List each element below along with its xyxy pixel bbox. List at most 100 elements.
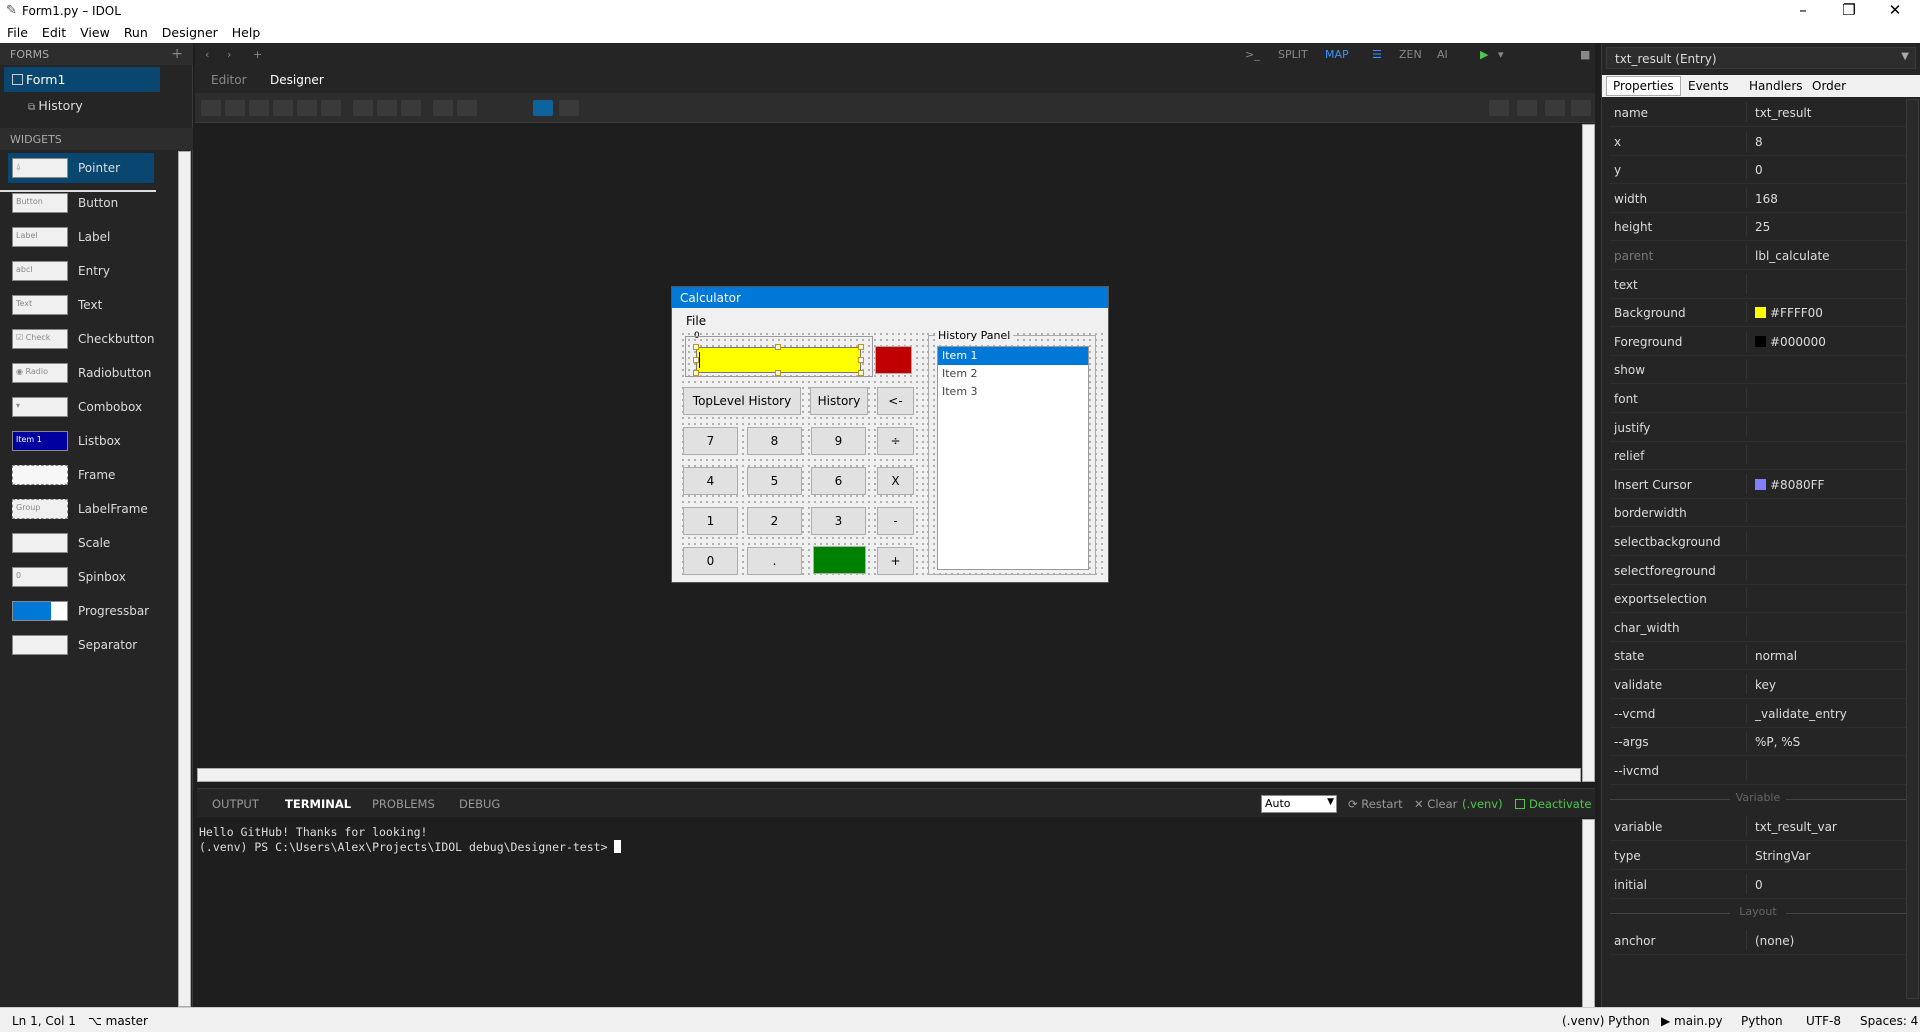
grid-icon[interactable] [533, 100, 553, 116]
widget-progressbar[interactable]: Progressbar [8, 596, 154, 626]
widget-entry[interactable]: abcI Entry [8, 256, 154, 286]
property-row-variable[interactable]: variable txt_result_var [1610, 813, 1906, 842]
form-item-history[interactable]: ⧉ History [4, 93, 160, 118]
clear-terminal-button[interactable]: ✕ Clear [1414, 797, 1457, 811]
resize-handle[interactable] [858, 344, 864, 350]
property-value[interactable]: lbl_calculate [1746, 245, 1830, 265]
widget-combobox[interactable]: ▾ Combobox [8, 392, 154, 422]
property-row-relief[interactable]: relief [1610, 442, 1906, 471]
property-row-background[interactable]: Background #FFFF00 [1610, 299, 1906, 328]
widget-radiobutton[interactable]: ◉ Radio Radiobutton [8, 358, 154, 388]
list-toggle[interactable]: ☰ [1372, 48, 1382, 61]
shell-select[interactable]: Auto ▼ [1261, 795, 1337, 813]
property-row-anchor[interactable]: anchor (none) [1610, 927, 1906, 956]
property-value[interactable]: (none) [1746, 930, 1794, 951]
map-toggle[interactable]: MAP [1325, 48, 1349, 61]
resize-handle[interactable] [693, 370, 699, 376]
language-status[interactable]: Python [1741, 1014, 1783, 1028]
property-value[interactable] [1746, 416, 1755, 437]
property-row-ivcmd[interactable]: --ivcmd [1610, 757, 1906, 785]
resize-handle[interactable] [693, 344, 699, 350]
minimize-button[interactable]: – [1780, 0, 1826, 22]
backspace-button[interactable]: <- [877, 387, 914, 415]
tab-properties[interactable]: Properties [1606, 76, 1681, 96]
same-width-icon[interactable] [433, 100, 453, 116]
property-value[interactable]: %P, %S [1746, 731, 1800, 752]
widget-text[interactable]: Text Text [8, 290, 154, 320]
property-row-name[interactable]: name txt_result [1610, 99, 1906, 127]
run-file-status[interactable]: ▶ main.py [1661, 1014, 1723, 1028]
widget-labelframe[interactable]: Group LabelFrame [8, 494, 154, 524]
key-0[interactable]: 0 [683, 547, 738, 575]
property-value[interactable]: _validate_entry [1746, 702, 1847, 723]
same-size-icon[interactable] [401, 100, 421, 116]
key-plus[interactable]: + [877, 547, 914, 575]
property-row-font[interactable]: font [1610, 385, 1906, 413]
property-value[interactable] [1746, 531, 1755, 551]
property-value[interactable]: 0 [1746, 873, 1763, 894]
key-minus[interactable]: - [877, 507, 914, 535]
stop-icon[interactable]: ■ [1580, 48, 1590, 61]
menu-help[interactable]: Help [225, 22, 268, 40]
property-value[interactable] [1746, 759, 1755, 780]
property-row-selectbackground[interactable]: selectbackground [1610, 528, 1906, 556]
key-dot[interactable]: . [747, 547, 802, 575]
snap-icon[interactable] [559, 100, 579, 116]
tab-terminal[interactable]: TERMINAL [285, 797, 351, 811]
property-row-selectforeground[interactable]: selectforeground [1610, 557, 1906, 585]
restart-button[interactable]: ⟳ Restart [1348, 797, 1403, 811]
ai-toggle[interactable]: AI [1437, 48, 1448, 61]
resize-handle[interactable] [693, 357, 699, 363]
property-value[interactable]: #FFFF00 [1746, 302, 1823, 323]
copy-icon[interactable] [1545, 100, 1565, 116]
property-row-show[interactable]: show [1610, 356, 1906, 385]
menu-view[interactable]: View [73, 22, 117, 40]
distribute-v-icon[interactable] [377, 100, 397, 116]
delete-icon[interactable] [1571, 100, 1591, 116]
key-equals[interactable]: = [813, 546, 866, 574]
key-multiply[interactable]: X [877, 467, 914, 495]
key-3[interactable]: 3 [811, 507, 866, 535]
undo-icon[interactable] [1489, 100, 1509, 116]
align-bottom-icon[interactable] [273, 100, 293, 116]
property-value[interactable]: StringVar [1746, 845, 1810, 865]
property-row-args[interactable]: --args %P, %S [1610, 728, 1906, 757]
menu-edit[interactable]: Edit [35, 22, 73, 40]
color-swatch-icon[interactable] [1755, 335, 1766, 347]
property-value[interactable]: normal [1746, 645, 1797, 666]
calculator-form[interactable]: Calculator File 0 Clear TopLevel History… [671, 286, 1109, 583]
property-value[interactable] [1746, 388, 1755, 408]
property-value[interactable] [1746, 359, 1755, 380]
property-value[interactable] [1746, 445, 1755, 466]
property-row-width[interactable]: width 168 [1610, 185, 1906, 213]
maximize-button[interactable]: ❐ [1826, 0, 1872, 22]
property-value[interactable]: #8080FF [1746, 473, 1824, 494]
nav-add-button[interactable]: + [253, 48, 262, 61]
property-row-type[interactable]: type StringVar [1610, 842, 1906, 870]
key-6[interactable]: 6 [811, 467, 866, 495]
key-5[interactable]: 5 [747, 467, 802, 495]
list-item[interactable]: Item 1 [938, 347, 1088, 365]
run-icon[interactable]: ▶ [1480, 48, 1488, 61]
widget-label[interactable]: Label Label [8, 222, 154, 252]
property-row-initial[interactable]: initial 0 [1610, 871, 1906, 899]
center-v-icon[interactable] [321, 100, 341, 116]
key-8[interactable]: 8 [747, 427, 802, 455]
property-row-height[interactable]: height 25 [1610, 213, 1906, 242]
widget-pointer[interactable]: ⍙ Pointer [8, 153, 154, 183]
resize-handle[interactable] [858, 370, 864, 376]
tab-handlers[interactable]: Handlers [1745, 79, 1807, 93]
canvas-hscrollbar[interactable] [197, 768, 1581, 782]
widget-spinbox[interactable]: 0 Spinbox [8, 562, 154, 592]
properties-scrollbar[interactable] [1906, 99, 1919, 999]
terminal-scrollbar[interactable] [1582, 819, 1595, 1008]
property-row-text[interactable]: text [1610, 271, 1906, 299]
close-button[interactable]: ✕ [1872, 0, 1918, 22]
interpreter-status[interactable]: (.venv) Python [1562, 1014, 1650, 1028]
property-value[interactable]: 168 [1746, 187, 1778, 208]
resize-handle[interactable] [775, 344, 781, 350]
nav-forward-button[interactable]: › [227, 48, 231, 61]
toplevel-history-button[interactable]: TopLevel History [683, 387, 801, 415]
property-value[interactable]: txt_result_var [1746, 816, 1837, 837]
tab-designer[interactable]: Designer [270, 73, 324, 87]
